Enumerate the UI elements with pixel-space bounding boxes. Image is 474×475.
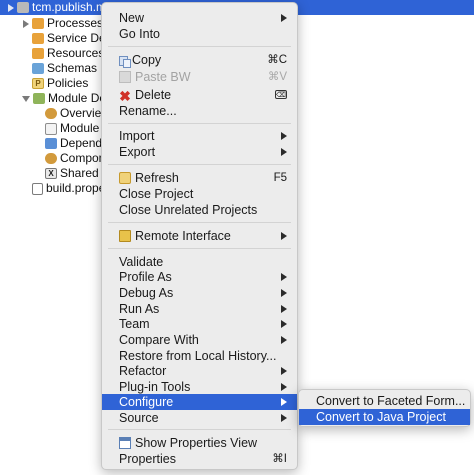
paste-shortcut: ⌘V (267, 71, 287, 83)
expand-arrow-icon[interactable] (23, 19, 29, 28)
menu-item-source[interactable]: Source (102, 410, 297, 426)
menu-item-team[interactable]: Team (102, 316, 297, 332)
menu-item-copy[interactable]: Copy ⌘C (102, 52, 297, 68)
menu-separator (108, 248, 291, 249)
submenu-arrow-icon (281, 398, 287, 406)
paste-icon (119, 71, 131, 83)
tree-item-policies[interactable]: P Policies (32, 76, 88, 91)
copy-shortcut: ⌘C (267, 54, 287, 66)
menu-item-close-unrelated-projects[interactable]: Close Unrelated Projects (102, 202, 297, 218)
submenu-arrow-icon (281, 232, 287, 240)
menu-item-close-project[interactable]: Close Project (102, 186, 297, 202)
configure-submenu: Convert to Faceted Form... Convert to Ja… (298, 389, 471, 427)
menu-item-refresh[interactable]: Refresh F5 (102, 170, 297, 186)
menu-item-show-properties-view[interactable]: Show Properties View (102, 435, 297, 451)
submenu-arrow-icon (281, 132, 287, 140)
menu-item-paste[interactable]: Paste BW ⌘V (102, 69, 297, 85)
tree-item-module-descriptors[interactable]: Module De (22, 91, 106, 106)
dependencies-icon (45, 138, 57, 150)
submenu-item-convert-to-faceted-form[interactable]: Convert to Faceted Form... (299, 393, 470, 409)
menu-item-delete[interactable]: ✖ Delete ⌫ (102, 87, 297, 103)
menu-item-rename[interactable]: Rename... (102, 103, 297, 119)
folder-icon (32, 48, 44, 60)
submenu-arrow-icon (281, 383, 287, 391)
menu-item-export[interactable]: Export (102, 144, 297, 160)
properties-view-icon (119, 437, 131, 449)
menu-separator (108, 429, 291, 430)
tree-item-build-properties[interactable]: build.prope (32, 181, 105, 196)
menu-item-run-as[interactable]: Run As (102, 301, 297, 317)
folder-icon (32, 33, 44, 45)
properties-file-icon (45, 122, 57, 135)
tree-item-components[interactable]: Compon (45, 151, 105, 166)
tree-item-schemas[interactable]: Schemas (32, 61, 97, 76)
components-icon (45, 153, 57, 165)
copy-icon (119, 56, 131, 68)
menu-item-refactor[interactable]: Refactor (102, 363, 297, 379)
tree-item-dependencies[interactable]: Depende (45, 136, 109, 151)
remote-interface-icon (119, 230, 131, 242)
backspace-key-icon: ⌫ (275, 90, 287, 99)
menu-item-compare-with[interactable]: Compare With (102, 332, 297, 348)
submenu-arrow-icon (281, 305, 287, 313)
tree-item-resources[interactable]: Resources (32, 46, 104, 61)
submenu-arrow-icon (281, 336, 287, 344)
delete-icon: ✖ (119, 88, 131, 104)
overview-icon (45, 108, 57, 120)
submenu-arrow-icon (281, 148, 287, 156)
menu-item-go-into[interactable]: Go Into (102, 26, 297, 42)
menu-item-debug-as[interactable]: Debug As (102, 285, 297, 301)
collapse-arrow-icon[interactable] (22, 95, 30, 102)
folder-icon (32, 18, 44, 30)
menu-item-properties[interactable]: Properties ⌘I (102, 451, 297, 467)
submenu-arrow-icon (281, 289, 287, 297)
menu-separator (108, 222, 291, 223)
file-icon (32, 182, 43, 195)
menu-item-plugin-tools[interactable]: Plug-in Tools (102, 379, 297, 395)
submenu-arrow-icon (281, 414, 287, 422)
submenu-item-convert-to-java-project[interactable]: Convert to Java Project (299, 409, 470, 425)
policy-icon: P (32, 78, 44, 90)
menu-item-import[interactable]: Import (102, 128, 297, 144)
tree-item-service-descriptors[interactable]: Service De (32, 31, 106, 46)
shared-variables-icon: X (45, 168, 57, 180)
menu-item-profile-as[interactable]: Profile As (102, 269, 297, 285)
context-menu: New Go Into Copy ⌘C Paste BW ⌘V ✖ Delete … (101, 2, 298, 470)
submenu-arrow-icon (281, 273, 287, 281)
menu-separator (108, 46, 291, 47)
menu-item-validate[interactable]: Validate (102, 254, 297, 270)
module-icon (33, 93, 45, 105)
project-icon (17, 2, 29, 14)
refresh-shortcut: F5 (273, 172, 287, 184)
menu-separator (108, 123, 291, 124)
tree-item-processes[interactable]: Processes (23, 16, 103, 31)
menu-item-new[interactable]: New (102, 10, 297, 26)
refresh-icon (119, 172, 131, 184)
submenu-arrow-icon (281, 320, 287, 328)
menu-item-configure[interactable]: Configure (102, 394, 297, 410)
menu-separator (108, 164, 291, 165)
menu-item-remote-interface[interactable]: Remote Interface (102, 228, 297, 244)
submenu-arrow-icon (281, 367, 287, 375)
submenu-arrow-icon (281, 14, 287, 22)
menu-item-restore-from-local-history[interactable]: Restore from Local History... (102, 348, 297, 364)
expand-arrow-icon[interactable] (8, 3, 14, 12)
properties-shortcut: ⌘I (272, 453, 287, 465)
schema-icon (32, 63, 44, 75)
